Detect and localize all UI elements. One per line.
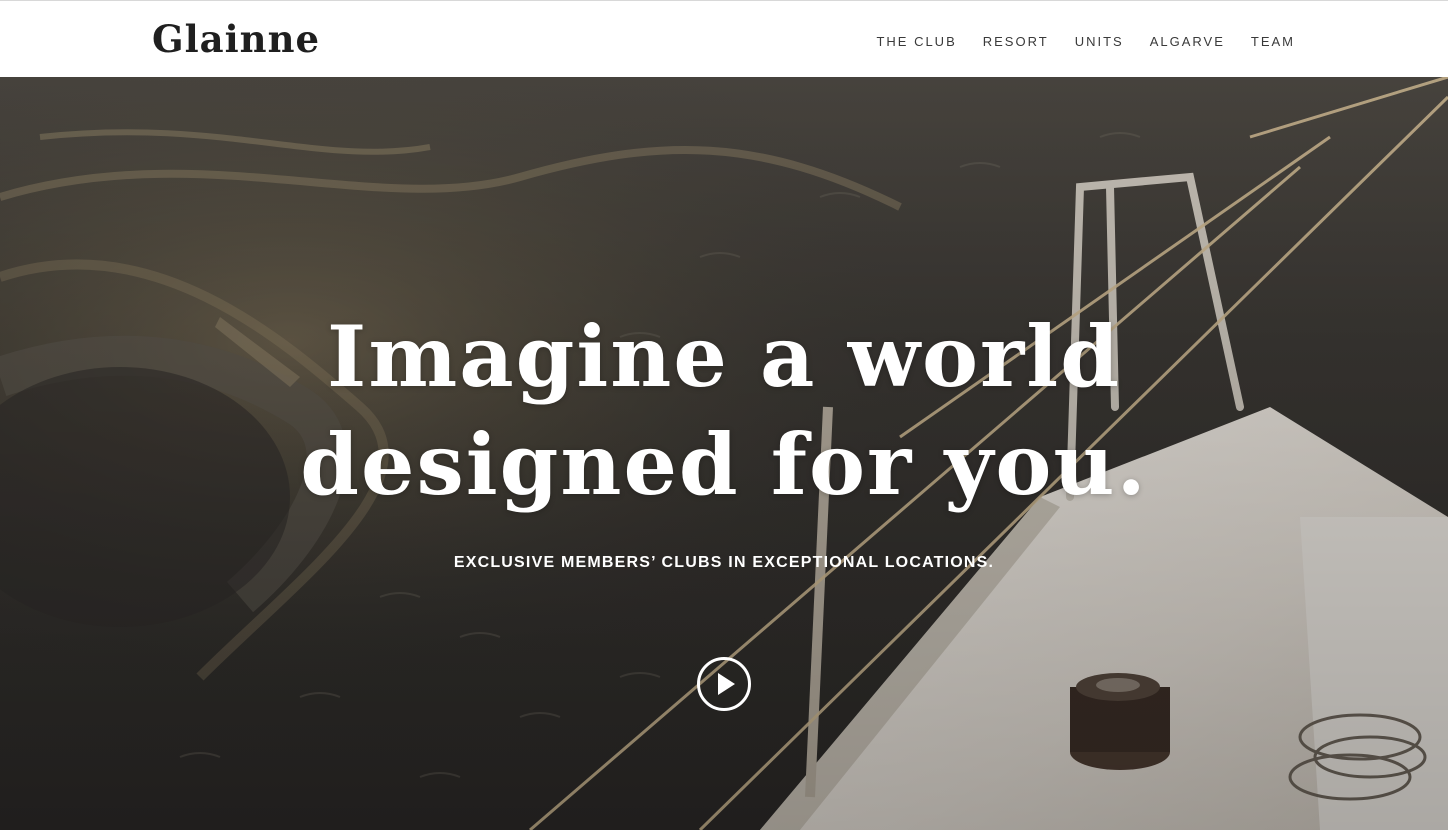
nav-link-resort[interactable]: RESORT [983, 34, 1049, 50]
hero-title: Imagine a world designed for you. [0, 303, 1448, 519]
nav-link-algarve[interactable]: ALGARVE [1150, 34, 1225, 50]
site-header: Glainne THE CLUB RESORT UNITS ALGARVE TE… [0, 0, 1448, 77]
nav-link-units[interactable]: UNITS [1075, 34, 1124, 50]
main-nav: THE CLUB RESORT UNITS ALGARVE TEAM [876, 34, 1295, 50]
play-video-button[interactable] [697, 657, 751, 711]
hero-content: Imagine a world designed for you. EXCLUS… [0, 77, 1448, 830]
hero-section: Imagine a world designed for you. EXCLUS… [0, 77, 1448, 830]
hero-title-line-1: Imagine a world [327, 307, 1121, 406]
nav-link-the-club[interactable]: THE CLUB [876, 34, 956, 50]
hero-title-line-2: designed for you. [300, 415, 1148, 514]
page: Glainne THE CLUB RESORT UNITS ALGARVE TE… [0, 0, 1448, 830]
play-icon [718, 673, 735, 695]
site-logo[interactable]: Glainne [152, 16, 320, 62]
nav-link-team[interactable]: TEAM [1251, 34, 1295, 50]
hero-subtitle: EXCLUSIVE MEMBERS’ CLUBS IN EXCEPTIONAL … [453, 554, 995, 571]
